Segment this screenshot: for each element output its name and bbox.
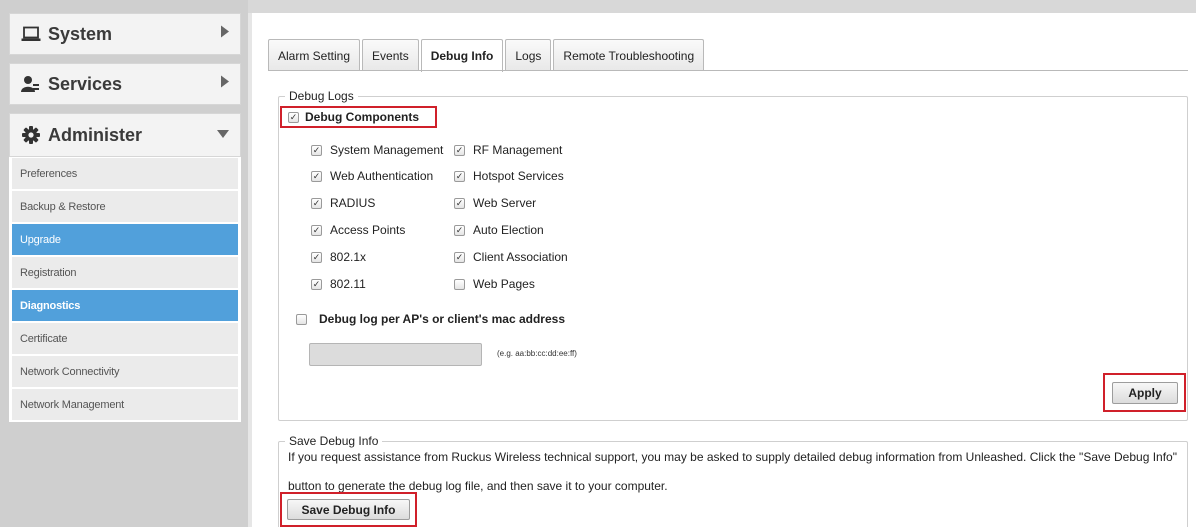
administer-menu: Preferences Backup & Restore Upgrade Reg… xyxy=(9,157,241,422)
component-label: RADIUS xyxy=(330,196,376,210)
tab-divider xyxy=(268,70,1188,71)
debug-components-checkbox[interactable]: ✓ xyxy=(288,111,299,123)
tab-remote-troubleshooting[interactable]: Remote Troubleshooting xyxy=(553,39,705,71)
component-system-management[interactable]: ✓ System Management xyxy=(311,142,443,158)
save-debug-info-button[interactable]: Save Debug Info xyxy=(287,499,410,520)
sidebar-item-diagnostics[interactable]: Diagnostics xyxy=(12,290,238,321)
sidebar-section-administer[interactable]: Administer xyxy=(9,113,241,157)
sidebar-item-preferences[interactable]: Preferences xyxy=(12,158,238,189)
component-802-11[interactable]: ✓ 802.11 xyxy=(311,276,366,292)
component-access-points[interactable]: ✓ Access Points xyxy=(311,222,405,238)
tab-alarm-setting[interactable]: Alarm Setting xyxy=(268,39,361,71)
component-label: Web Authentication xyxy=(330,169,434,183)
sidebar-item-registration[interactable]: Registration xyxy=(12,257,238,288)
sidebar-section-services[interactable]: Services xyxy=(9,63,241,105)
sidebar-item-certificate[interactable]: Certificate xyxy=(12,323,238,354)
component-label: Auto Election xyxy=(473,223,544,237)
mac-address-hint: (e.g. aa:bb:cc:dd:ee:ff) xyxy=(497,349,577,358)
component-client-association[interactable]: ✓ Client Association xyxy=(454,249,568,265)
save-debug-info-description: If you request assistance from Ruckus Wi… xyxy=(288,450,1177,493)
tab-events[interactable]: Events xyxy=(362,39,419,71)
debug-components-toggle[interactable]: ✓ Debug Components xyxy=(280,106,437,128)
checkbox[interactable]: ✓ xyxy=(454,197,465,209)
tab-debug-info[interactable]: Debug Info xyxy=(420,39,504,72)
component-label: 802.1x xyxy=(330,250,367,264)
component-auto-election[interactable]: ✓ Auto Election xyxy=(454,222,544,238)
checkbox[interactable]: ✓ xyxy=(454,251,465,263)
chevron-right-icon xyxy=(220,75,230,94)
checkbox[interactable]: ✓ xyxy=(311,197,322,209)
sidebar-section-system[interactable]: System xyxy=(9,13,241,55)
checkbox[interactable]: ✓ xyxy=(311,170,322,182)
apply-button[interactable]: Apply xyxy=(1112,382,1178,404)
component-radius[interactable]: ✓ RADIUS xyxy=(311,195,375,211)
checkbox[interactable]: ✓ xyxy=(454,144,465,156)
debug-components-label: Debug Components xyxy=(305,110,419,124)
sidebar-section-label: Services xyxy=(48,73,123,94)
debug-logs-group: Debug Logs xyxy=(278,89,1188,421)
component-label: Web Pages xyxy=(473,277,535,291)
checkbox[interactable]: ✓ xyxy=(311,251,322,263)
component-label: Client Association xyxy=(473,250,568,264)
sidebar-section-label: Administer xyxy=(48,124,143,145)
component-rf-management[interactable]: ✓ RF Management xyxy=(454,142,562,158)
sidebar: System Services Administer Preferences B… xyxy=(0,0,248,527)
mac-debug-toggle[interactable]: Debug log per AP's or client's mac addre… xyxy=(296,312,565,326)
tab-bar: Alarm Setting Events Debug Info Logs Rem… xyxy=(268,39,706,72)
component-label: Access Points xyxy=(330,223,406,237)
chevron-down-icon xyxy=(216,126,230,144)
sidebar-item-upgrade[interactable]: Upgrade xyxy=(12,224,238,255)
component-hotspot-services[interactable]: ✓ Hotspot Services xyxy=(454,168,564,184)
component-label: Web Server xyxy=(473,196,537,210)
component-label: Hotspot Services xyxy=(473,169,564,183)
component-802-1x[interactable]: ✓ 802.1x xyxy=(311,249,366,265)
laptop-icon xyxy=(20,23,42,45)
services-icon xyxy=(20,73,42,95)
mac-debug-label: Debug log per AP's or client's mac addre… xyxy=(319,312,565,326)
debug-logs-legend: Debug Logs xyxy=(289,89,354,103)
mac-debug-checkbox[interactable] xyxy=(296,313,307,325)
chevron-right-icon xyxy=(220,25,230,44)
sidebar-item-network-connectivity[interactable]: Network Connectivity xyxy=(12,356,238,387)
checkbox[interactable]: ✓ xyxy=(454,170,465,182)
component-web-server[interactable]: ✓ Web Server xyxy=(454,195,536,211)
checkbox[interactable]: ✓ xyxy=(311,144,322,156)
checkbox[interactable]: ✓ xyxy=(311,278,322,290)
sidebar-item-network-management[interactable]: Network Management xyxy=(12,389,238,420)
checkbox[interactable]: ✓ xyxy=(311,224,322,236)
tab-logs[interactable]: Logs xyxy=(505,39,552,71)
sidebar-item-backup-restore[interactable]: Backup & Restore xyxy=(12,191,238,222)
component-web-authentication[interactable]: ✓ Web Authentication xyxy=(311,168,433,184)
component-web-pages[interactable]: Web Pages xyxy=(454,276,535,292)
component-label: RF Management xyxy=(473,143,563,157)
checkbox[interactable] xyxy=(454,278,465,290)
component-label: System Management xyxy=(330,143,444,157)
sidebar-section-label: System xyxy=(48,23,113,44)
gear-icon xyxy=(20,124,42,146)
mac-address-input[interactable] xyxy=(309,343,482,366)
checkbox[interactable]: ✓ xyxy=(454,224,465,236)
component-label: 802.11 xyxy=(330,277,366,291)
